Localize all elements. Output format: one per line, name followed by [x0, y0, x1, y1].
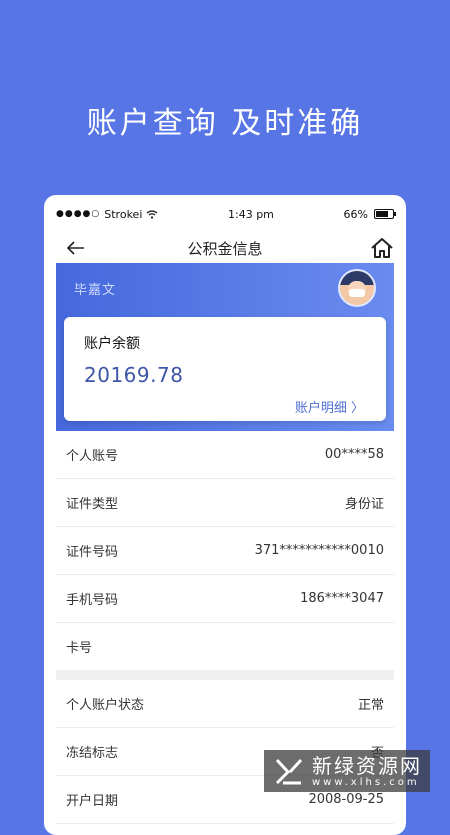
row-label: 证件号码	[66, 545, 119, 560]
watermark-name: 新绿资源网	[312, 753, 422, 778]
user-name: 毕嘉文	[74, 283, 117, 298]
back-button[interactable]	[62, 234, 90, 262]
watermark: 新绿资源网 www.xlhs.com	[264, 750, 430, 792]
row-label: 冻结标志	[66, 746, 119, 761]
status-bar: ●●●●○ Strokei 1:43 pm 66%	[44, 195, 406, 233]
list-item: 证件号码 371***********0010	[56, 527, 394, 575]
section-divider	[56, 670, 394, 680]
row-label: 个人账户状态	[66, 698, 145, 713]
row-value: 正常	[357, 698, 384, 713]
account-header-panel: 毕嘉文 账户余额 20169.78 账户明细 〉	[56, 263, 394, 431]
battery-icon	[373, 209, 396, 219]
phone-frame: ●●●●○ Strokei 1:43 pm 66% 公积金信息 毕嘉文 账户余额…	[44, 195, 406, 835]
row-value: 371***********0010	[254, 543, 384, 558]
list-item: 卡号	[56, 623, 394, 670]
list-item: 证件类型 身份证	[56, 479, 394, 527]
watermark-logo-icon	[272, 754, 306, 788]
list-item: 个人账户状态 正常	[56, 680, 394, 728]
nav-bar: 公积金信息	[44, 233, 406, 263]
home-button[interactable]	[368, 234, 396, 262]
watermark-url: www.xlhs.com	[312, 776, 420, 788]
row-value: 身份证	[344, 497, 384, 512]
page-title: 公积金信息	[187, 239, 263, 258]
wifi-icon	[146, 209, 158, 219]
battery-percent: 66%	[343, 207, 368, 221]
list-item: 手机号码 186****3047	[56, 575, 394, 623]
balance-label: 账户余额	[84, 336, 140, 352]
list-item: 个人账号 00****58	[56, 431, 394, 479]
carrier-label: Strokei	[104, 207, 143, 221]
row-label: 手机号码	[66, 593, 119, 608]
row-label: 个人账号	[66, 449, 119, 464]
home-icon	[371, 238, 393, 258]
row-value: 186****3047	[300, 591, 384, 606]
row-label: 证件类型	[66, 497, 119, 512]
status-time: 1:43 pm	[228, 207, 274, 221]
arrow-left-icon	[67, 241, 84, 255]
account-detail-link[interactable]: 账户明细 〉	[295, 397, 364, 416]
avatar[interactable]	[338, 269, 376, 307]
headline: 账户查询 及时准确	[86, 106, 364, 141]
signal-dots-icon: ●●●●○	[56, 209, 101, 219]
row-value: 00****58	[324, 447, 384, 462]
balance-card: 账户余额 20169.78 账户明细 〉	[64, 317, 386, 421]
row-label: 卡号	[66, 641, 93, 656]
balance-value: 20169.78	[84, 363, 184, 387]
